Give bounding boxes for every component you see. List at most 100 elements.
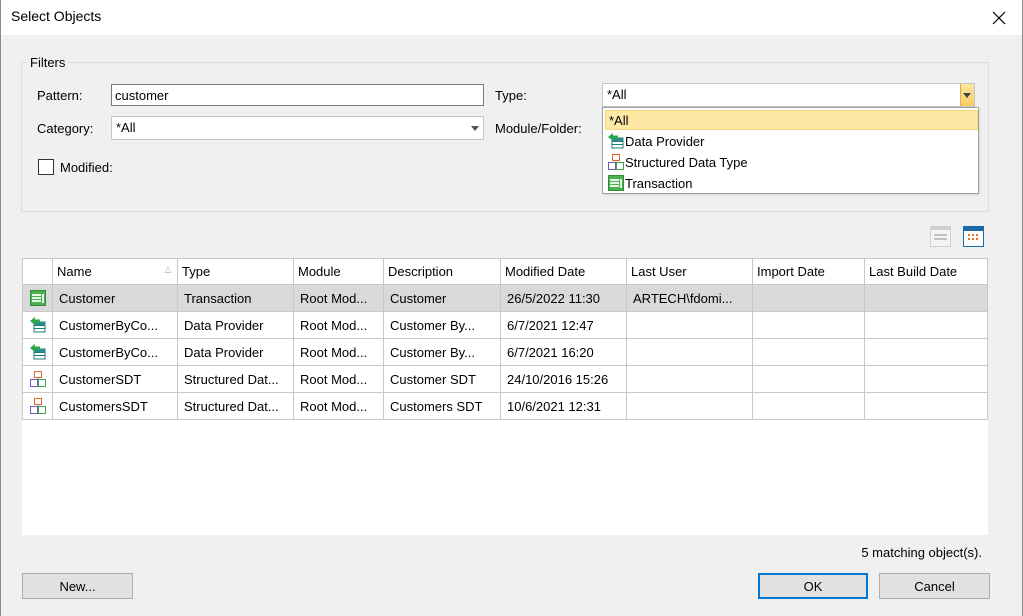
row-icon-cell xyxy=(22,365,53,393)
details-view-toggle[interactable] xyxy=(963,226,984,250)
type-select[interactable]: *All xyxy=(602,83,975,107)
header-row: Name △ Type Module Description Modified D… xyxy=(22,258,988,285)
cell-module: Root Mod... xyxy=(293,392,384,420)
cell-module: Root Mod... xyxy=(293,365,384,393)
cell-modified: 24/10/2016 15:26 xyxy=(500,365,627,393)
cell-import xyxy=(752,365,865,393)
type-option-transaction[interactable]: Transaction xyxy=(605,173,978,193)
cell-user xyxy=(626,365,753,393)
column-header-modified-date[interactable]: Modified Date xyxy=(500,258,627,285)
table-row[interactable]: CustomersSDT Structured Dat... Root Mod...… xyxy=(22,392,988,420)
transaction-icon xyxy=(30,290,46,306)
ok-button[interactable]: OK xyxy=(758,573,868,599)
cell-type: Structured Dat... xyxy=(177,392,294,420)
option-label: Structured Data Type xyxy=(625,154,748,170)
cell-module: Root Mod... xyxy=(293,284,384,312)
cell-description: Customer By... xyxy=(383,311,501,339)
column-header-last-build-date[interactable]: Last Build Date xyxy=(864,258,988,285)
cell-name: Customer xyxy=(52,284,178,312)
cell-type: Structured Dat... xyxy=(177,365,294,393)
type-option-data-provider[interactable]: Data Provider xyxy=(605,131,978,151)
cell-build xyxy=(864,284,988,312)
close-button[interactable] xyxy=(976,0,1022,35)
cell-description: Customer SDT xyxy=(383,365,501,393)
cell-description: Customers SDT xyxy=(383,392,501,420)
cell-import xyxy=(752,338,865,366)
option-label: *All xyxy=(609,112,629,128)
category-select[interactable]: *All xyxy=(111,116,484,140)
filters-legend: Filters xyxy=(27,55,69,70)
sdt-icon xyxy=(30,398,46,414)
sort-ascending-icon: △ xyxy=(164,265,171,274)
cell-name: CustomerSDT xyxy=(52,365,178,393)
option-label: Transaction xyxy=(625,175,693,191)
cell-user: ARTECH\fdomi... xyxy=(626,284,753,312)
type-dropdown-list: *All Data Provider Structured Data Type … xyxy=(602,107,979,194)
cell-type: Transaction xyxy=(177,284,294,312)
category-label: Category: xyxy=(37,121,94,136)
option-label: Data Provider xyxy=(625,133,705,149)
column-header-description[interactable]: Description xyxy=(383,258,501,285)
cell-modified: 6/7/2021 16:20 xyxy=(500,338,627,366)
chevron-down-icon xyxy=(471,126,479,131)
pattern-label: Pattern: xyxy=(37,88,83,103)
cell-modified: 26/5/2022 11:30 xyxy=(500,284,627,312)
module-folder-label: Module/Folder: xyxy=(495,121,582,136)
type-dropdown-button[interactable] xyxy=(960,84,974,106)
type-label: Type: xyxy=(495,88,527,103)
transaction-icon xyxy=(608,175,624,191)
row-icon-cell xyxy=(22,284,53,312)
cell-modified: 6/7/2021 12:47 xyxy=(500,311,627,339)
dialog-title: Select Objects xyxy=(11,8,102,24)
new-button[interactable]: New... xyxy=(22,573,133,599)
data-provider-icon xyxy=(608,133,624,149)
list-view-toggle[interactable] xyxy=(930,226,951,250)
cell-build xyxy=(864,392,988,420)
cell-build xyxy=(864,365,988,393)
cell-name: CustomerByCo... xyxy=(52,338,178,366)
data-provider-icon xyxy=(30,344,46,360)
select-objects-dialog: Select Objects Filters Pattern: Category… xyxy=(0,0,1023,616)
cancel-button[interactable]: Cancel xyxy=(879,573,990,599)
type-option-sdt[interactable]: Structured Data Type xyxy=(605,152,978,172)
details-view-icon xyxy=(963,226,984,247)
sdt-icon xyxy=(608,154,624,170)
column-header-icon[interactable] xyxy=(22,258,53,285)
column-header-import-date[interactable]: Import Date xyxy=(752,258,865,285)
row-icon-cell xyxy=(22,311,53,339)
type-value: *All xyxy=(607,87,627,102)
objects-table: Name △ Type Module Description Modified D… xyxy=(22,258,988,420)
chevron-down-icon xyxy=(963,93,971,98)
type-option-all[interactable]: *All xyxy=(605,110,978,130)
list-view-icon xyxy=(930,226,951,247)
row-icon-cell xyxy=(22,392,53,420)
table-row[interactable]: CustomerByCo... Data Provider Root Mod... C… xyxy=(22,311,988,339)
table-row[interactable]: CustomerByCo... Data Provider Root Mod... C… xyxy=(22,338,988,366)
cell-type: Data Provider xyxy=(177,338,294,366)
cell-build xyxy=(864,338,988,366)
table-row[interactable]: Customer Transaction Root Mod... Customer 26… xyxy=(22,284,988,312)
modified-checkbox[interactable] xyxy=(38,159,54,175)
title-bar: Select Objects xyxy=(1,0,1022,35)
sdt-icon xyxy=(30,371,46,387)
cell-user xyxy=(626,311,753,339)
pattern-input[interactable] xyxy=(111,84,484,106)
modified-label: Modified: xyxy=(60,160,113,175)
column-header-module[interactable]: Module xyxy=(293,258,384,285)
column-header-type[interactable]: Type xyxy=(177,258,294,285)
row-icon-cell xyxy=(22,338,53,366)
cell-name: CustomerByCo... xyxy=(52,311,178,339)
matching-count: 5 matching object(s). xyxy=(861,545,982,560)
cell-name: CustomersSDT xyxy=(52,392,178,420)
cell-import xyxy=(752,284,865,312)
cell-import xyxy=(752,311,865,339)
table-row[interactable]: CustomerSDT Structured Dat... Root Mod... C… xyxy=(22,365,988,393)
cell-module: Root Mod... xyxy=(293,338,384,366)
column-header-name[interactable]: Name △ xyxy=(52,258,178,285)
cell-import xyxy=(752,392,865,420)
cell-type: Data Provider xyxy=(177,311,294,339)
column-header-last-user[interactable]: Last User xyxy=(626,258,753,285)
cell-user xyxy=(626,392,753,420)
data-provider-icon xyxy=(30,317,46,333)
cell-build xyxy=(864,311,988,339)
